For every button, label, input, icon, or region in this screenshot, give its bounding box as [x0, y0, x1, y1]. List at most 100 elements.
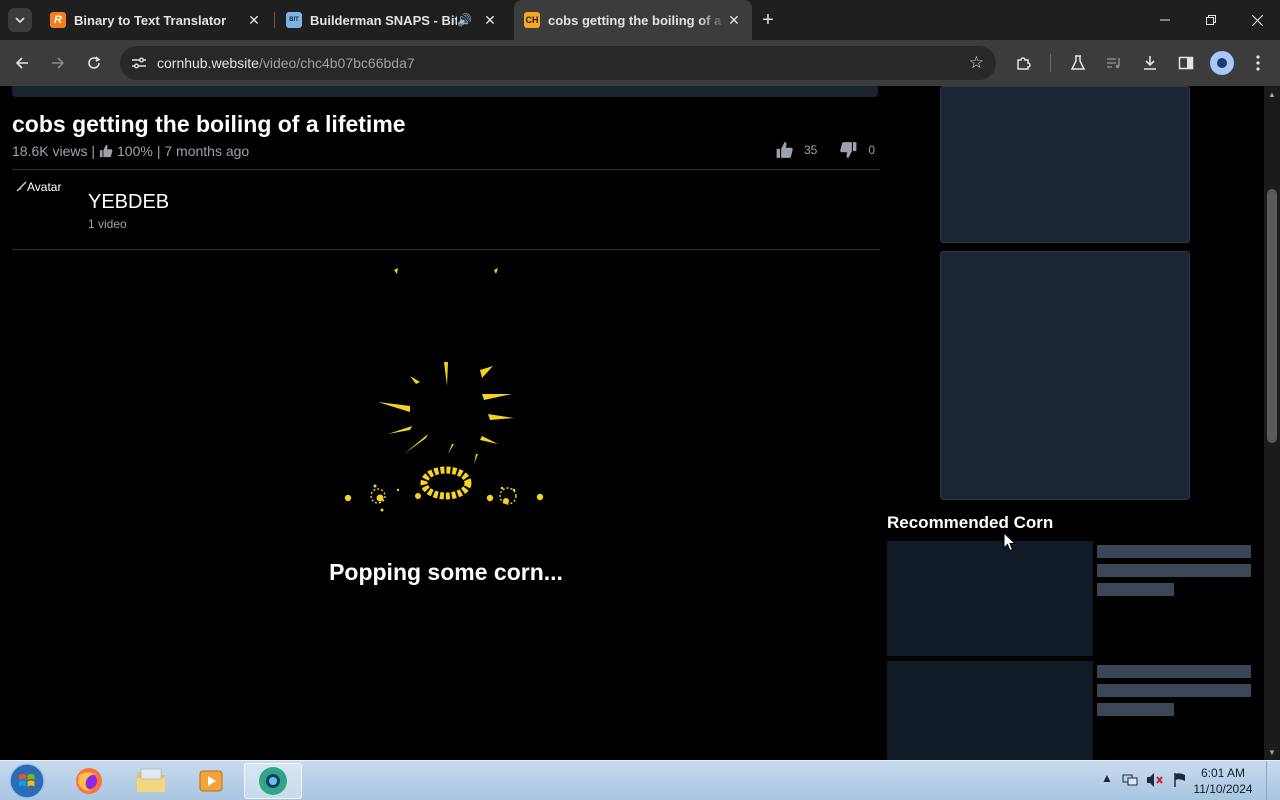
taskbar-media-player[interactable] — [182, 763, 240, 799]
side-panel-button[interactable] — [1172, 49, 1200, 77]
tray-expand-icon[interactable]: ▲ — [1101, 771, 1113, 785]
tab-close-icon[interactable]: ✕ — [246, 12, 262, 28]
sidebar-ad-card[interactable] — [940, 86, 1190, 243]
tab-bitview[interactable]: BIT Builderman SNAPS - BitView 🔊 ✕ — [276, 0, 508, 40]
close-window-button[interactable] — [1234, 0, 1280, 40]
labs-button[interactable] — [1064, 49, 1092, 77]
scroll-down-arrow-icon[interactable]: ▼ — [1264, 744, 1280, 760]
toolbar-separator — [1050, 54, 1051, 72]
person-icon — [1217, 58, 1227, 68]
restore-button[interactable] — [1188, 0, 1234, 40]
url-text: cornhub.website/video/chc4b07bc66bda7 — [157, 55, 415, 71]
restore-icon — [1206, 15, 1216, 25]
tab-strip: R Binary to Text Translator ✕ BIT Builde… — [0, 0, 1280, 40]
bookmark-star-icon[interactable]: ☆ — [969, 53, 984, 73]
reload-icon — [88, 56, 101, 69]
tab-separator — [274, 12, 275, 28]
address-bar[interactable]: cornhub.website/video/chc4b07bc66bda7 ☆ — [120, 46, 996, 80]
like-dislike-bar: 35 0 — [775, 141, 875, 159]
view-count: 18.6K views | — [12, 143, 96, 159]
minimize-button[interactable] — [1142, 0, 1188, 40]
taskbar-file-explorer[interactable] — [122, 763, 180, 799]
taskbar-chrome-active[interactable] — [244, 763, 302, 799]
page-scrollbar[interactable]: ▲ ▼ — [1264, 86, 1280, 760]
thumbs-up-icon — [99, 144, 113, 158]
firefox-icon — [76, 768, 102, 794]
tab-cornhub[interactable]: CH cobs getting the boiling of a lifetim… — [514, 0, 752, 40]
skeleton-title-line — [1097, 684, 1251, 697]
mouse-cursor-icon — [1003, 532, 1017, 552]
forward-button[interactable] — [44, 49, 72, 77]
windows-logo-icon — [9, 763, 45, 799]
tab-title: Builderman SNAPS - BitView — [310, 12, 458, 28]
divider — [12, 169, 880, 170]
tab-title: Binary to Text Translator — [74, 12, 227, 28]
dislike-count: 0 — [868, 143, 876, 157]
favicon-bitview-icon: BIT — [286, 12, 302, 28]
puzzle-icon — [1017, 57, 1031, 70]
browser-app-icon — [259, 767, 287, 795]
chevron-down-icon — [15, 17, 25, 24]
browser-menu-button[interactable] — [1244, 49, 1272, 77]
channel-name-link[interactable]: YEBDEB — [88, 191, 169, 214]
clock-date: 11/10/2024 — [1193, 782, 1253, 796]
minimize-icon — [1160, 19, 1170, 21]
flask-icon — [1070, 55, 1086, 70]
kebab-menu-icon — [1256, 55, 1260, 71]
action-center-flag-icon[interactable] — [1172, 772, 1188, 791]
show-desktop-button[interactable] — [1266, 761, 1280, 800]
profile-avatar-button[interactable] — [1210, 51, 1234, 75]
site-settings-icon[interactable] — [130, 54, 148, 72]
skeleton-title-line — [1097, 545, 1251, 558]
side-panel-icon — [1178, 56, 1194, 70]
tab-title: cobs getting the boiling of a lifetime — [548, 12, 726, 28]
upload-age: | 7 months ago — [156, 143, 250, 159]
video-meta: 18.6K views | 100% | 7 months ago — [12, 143, 249, 159]
media-player-icon — [199, 770, 223, 792]
taskbar-firefox[interactable] — [60, 763, 118, 799]
volume-muted-icon[interactable] — [1146, 772, 1164, 791]
channel-video-count: 1 video — [88, 217, 127, 231]
tab-search-button[interactable] — [8, 8, 32, 32]
tab-binary-translator[interactable]: R Binary to Text Translator ✕ — [40, 0, 272, 40]
recommended-thumbnail[interactable] — [887, 661, 1093, 760]
skeleton-meta-line — [1097, 703, 1174, 716]
skeleton-meta-line — [1097, 583, 1174, 596]
like-count: 35 — [804, 143, 818, 157]
sidebar-ad-card[interactable] — [940, 251, 1190, 500]
broken-image-icon — [16, 181, 27, 192]
close-icon — [1251, 14, 1263, 26]
scroll-thumb[interactable] — [1267, 189, 1277, 443]
download-icon — [1144, 56, 1156, 70]
recommended-heading: Recommended Corn — [887, 513, 1054, 532]
dislike-button[interactable] — [839, 141, 858, 159]
scroll-up-arrow-icon[interactable]: ▲ — [1264, 86, 1280, 102]
tab-close-icon[interactable]: ✕ — [726, 12, 742, 28]
extensions-button[interactable] — [1010, 49, 1038, 77]
divider — [12, 249, 880, 250]
like-button[interactable] — [775, 141, 794, 159]
reload-button[interactable] — [80, 49, 108, 77]
channel-avatar[interactable]: Avatar — [16, 180, 61, 194]
rating-percent: 100% — [117, 143, 153, 159]
skeleton-title-line — [1097, 564, 1251, 577]
video-title: cobs getting the boiling of a lifetime — [12, 111, 406, 137]
start-button[interactable] — [6, 762, 48, 800]
arrow-left-icon — [15, 57, 28, 69]
tab-close-icon[interactable]: ✕ — [482, 12, 498, 28]
arrow-right-icon — [52, 57, 65, 69]
media-controls-button[interactable] — [1100, 49, 1128, 77]
downloads-button[interactable] — [1136, 49, 1164, 77]
loading-message: Popping some corn... — [329, 559, 563, 585]
recommended-thumbnail[interactable] — [887, 541, 1093, 656]
system-clock[interactable]: 6:01 AM 11/10/2024 — [1192, 765, 1254, 797]
clock-time: 6:01 AM — [1200, 766, 1246, 780]
windows-taskbar: ▲ 6:01 AM 11/10/2024 — [0, 760, 1280, 800]
header-bar-edge — [12, 86, 878, 97]
new-tab-button[interactable]: + — [756, 8, 780, 32]
speaker-icon[interactable]: 🔊 — [457, 13, 472, 27]
back-button[interactable] — [8, 49, 36, 77]
music-queue-icon — [1107, 58, 1120, 69]
browser-toolbar: cornhub.website/video/chc4b07bc66bda7 ☆ — [0, 40, 1280, 86]
network-icon[interactable] — [1122, 772, 1138, 791]
